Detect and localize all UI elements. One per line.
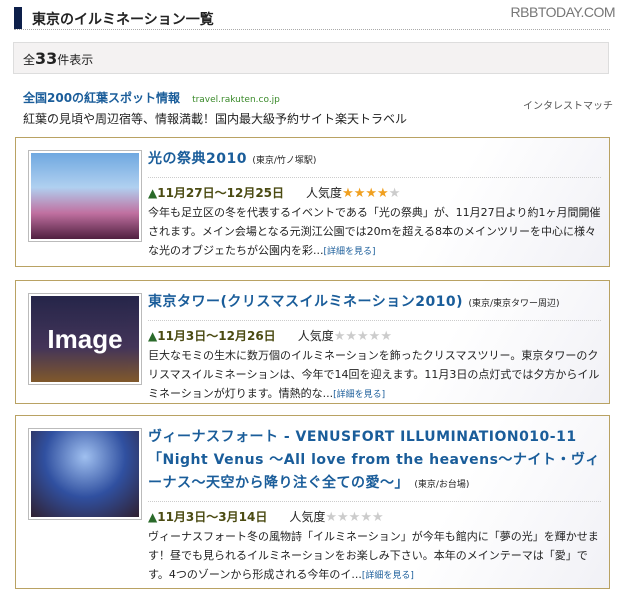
brand-logo: RBBTODAY.COM	[510, 4, 616, 20]
details-link[interactable]: [詳細を見る]	[324, 247, 376, 257]
list-item: 光の祭典2010 (東京/竹ノ塚駅) ▲11月27日～12月25日 人気度★★★★…	[15, 137, 610, 267]
count-number: 33	[35, 49, 58, 68]
popularity-label: 人気度	[289, 510, 326, 524]
item-location: (東京/お台場)	[414, 480, 470, 490]
item-title-link[interactable]: 東京タワー(クリスマスイルミネーション2010) (東京/東京タワー周辺)	[148, 291, 601, 321]
ad-block: 全国200の紅葉スポット情報 travel.rakuten.co.jp 紅葉の見頃…	[23, 89, 613, 127]
details-link[interactable]: [詳細を見る]	[333, 390, 385, 400]
result-count: 全33件表示	[13, 42, 609, 74]
ad-url[interactable]: travel.rakuten.co.jp	[192, 95, 280, 105]
thumbnail[interactable]: Image	[28, 293, 142, 385]
count-suffix: 件表示	[57, 53, 94, 67]
item-date: 11月3日～12月26日	[157, 329, 276, 343]
page-title: 東京のイルミネーション一覧	[32, 12, 214, 28]
popularity-label: 人気度	[297, 329, 334, 343]
item-location: (東京/竹ノ塚駅)	[252, 156, 317, 166]
tree-icon: ▲	[148, 186, 158, 200]
details-link[interactable]: [詳細を見る]	[362, 571, 414, 581]
item-title-link[interactable]: 光の祭典2010 (東京/竹ノ塚駅)	[148, 148, 601, 178]
item-date: 11月27日～12月25日	[157, 186, 285, 200]
tree-icon: ▲	[148, 510, 158, 524]
header-accent-bar	[14, 7, 22, 29]
tree-icon: ▲	[148, 329, 158, 343]
ad-label[interactable]: インタレストマッチ	[523, 97, 613, 112]
thumbnail[interactable]	[28, 150, 142, 242]
rating-stars: ★★★★★	[325, 510, 384, 525]
list-item: ヴィーナスフォート - VENUSFORT ILLUMINATION010-11…	[15, 415, 610, 589]
rating-stars: ★★★★★	[342, 186, 401, 201]
item-date: 11月3日～3月14日	[157, 510, 268, 524]
item-title-link[interactable]: ヴィーナスフォート - VENUSFORT ILLUMINATION010-11…	[148, 426, 601, 502]
ad-headline-link[interactable]: 全国200の紅葉スポット情報	[23, 91, 180, 105]
ad-description: 紅葉の見頃や周辺宿等、情報満載！国内最大級予約サイト楽天トラベル	[23, 112, 408, 126]
image-placeholder-text: Image	[31, 296, 139, 382]
count-prefix: 全	[23, 53, 36, 67]
rating-stars: ★★★★★	[333, 329, 392, 344]
list-item: Image 東京タワー(クリスマスイルミネーション2010) (東京/東京タワー…	[15, 280, 610, 404]
popularity-label: 人気度	[306, 186, 343, 200]
thumbnail[interactable]	[28, 428, 142, 520]
item-location: (東京/東京タワー周辺)	[468, 299, 560, 309]
